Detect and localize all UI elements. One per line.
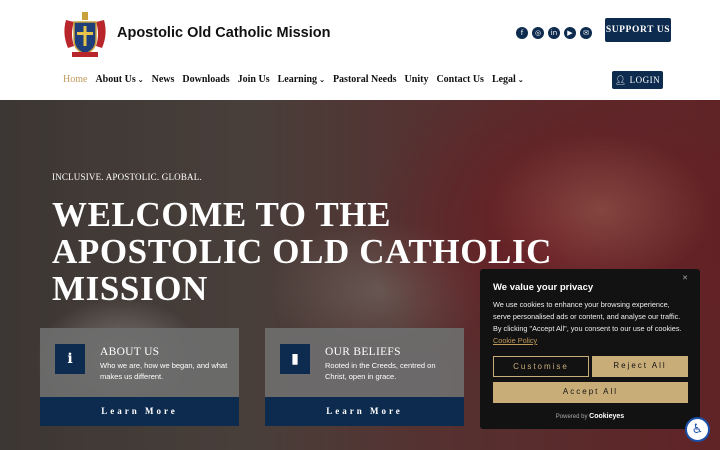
chevron-down-icon: ⌄ xyxy=(137,76,144,84)
cookieyes-logo[interactable]: Cookieyes xyxy=(589,413,624,420)
learn-more-button[interactable]: Learn More xyxy=(40,397,239,426)
powered-by: Powered by Cookieyes xyxy=(555,413,625,420)
about-us-card: i ABOUT US Who we are, how we began, and… xyxy=(40,328,239,426)
close-icon[interactable]: ✕ xyxy=(682,274,688,282)
nav-item-legal[interactable]: Legal ⌄ xyxy=(492,74,524,85)
site-header: Apostolic Old Catholic Mission f ◎ in ▶ … xyxy=(0,0,720,100)
instagram-icon[interactable]: ◎ xyxy=(532,27,544,39)
card-title: OUR BELIEFS xyxy=(325,346,401,358)
linkedin-icon[interactable]: in xyxy=(548,27,560,39)
card-description: Who we are, how we began, and what makes… xyxy=(100,361,228,381)
info-icon: i xyxy=(55,344,85,374)
cookie-title: We value your privacy xyxy=(493,282,594,293)
site-title[interactable]: Apostolic Old Catholic Mission xyxy=(117,25,331,41)
cookie-policy-link[interactable]: Cookie Policy xyxy=(493,336,537,345)
our-beliefs-card: ▮ OUR BELIEFS Rooted in the Creeds, cent… xyxy=(265,328,464,426)
nav-item-unity[interactable]: Unity xyxy=(405,74,429,85)
reject-all-button[interactable]: Reject All xyxy=(592,356,688,377)
nav-item-news[interactable]: News xyxy=(152,74,175,85)
support-us-button[interactable]: SUPPORT US xyxy=(605,18,671,42)
accept-all-button[interactable]: Accept All xyxy=(493,382,688,403)
card-description: Rooted in the Creeds, centred on Christ,… xyxy=(325,361,436,381)
main-nav: Home About Us ⌄ News Downloads Join Us Le… xyxy=(63,74,532,85)
youtube-icon[interactable]: ▶ xyxy=(564,27,576,39)
social-links: f ◎ in ▶ ✉ xyxy=(516,27,592,39)
chevron-down-icon: ⌄ xyxy=(517,76,524,84)
facebook-icon[interactable]: f xyxy=(516,27,528,39)
card-title: ABOUT US xyxy=(100,346,160,358)
mission-logo[interactable] xyxy=(60,10,110,58)
book-icon: ▮ xyxy=(280,344,310,374)
nav-item-downloads[interactable]: Downloads xyxy=(182,74,229,85)
cookie-consent-banner: We value your privacy ✕ We use cookies t… xyxy=(480,269,700,429)
email-icon[interactable]: ✉ xyxy=(580,27,592,39)
hero-tagline: INCLUSIVE. APOSTOLIC. GLOBAL. xyxy=(52,172,202,182)
nav-item-contact-us[interactable]: Contact Us xyxy=(436,74,484,85)
login-button[interactable]: 👤︎ LOGIN xyxy=(612,71,663,89)
learn-more-button[interactable]: Learn More xyxy=(265,397,464,426)
nav-item-learning[interactable]: Learning ⌄ xyxy=(278,74,325,85)
accessibility-icon[interactable]: ♿︎ xyxy=(685,417,710,442)
cookie-text: We use cookies to enhance your browsing … xyxy=(493,300,682,345)
customise-button[interactable]: Customise xyxy=(493,356,589,377)
nav-item-home[interactable]: Home xyxy=(63,74,87,85)
nav-item-pastoral-needs[interactable]: Pastoral Needs xyxy=(333,74,397,85)
chevron-down-icon: ⌄ xyxy=(319,76,325,84)
user-icon: 👤︎ xyxy=(614,75,630,85)
nav-item-about-us[interactable]: About Us ⌄ xyxy=(95,74,143,85)
nav-item-join-us[interactable]: Join Us xyxy=(238,74,270,85)
